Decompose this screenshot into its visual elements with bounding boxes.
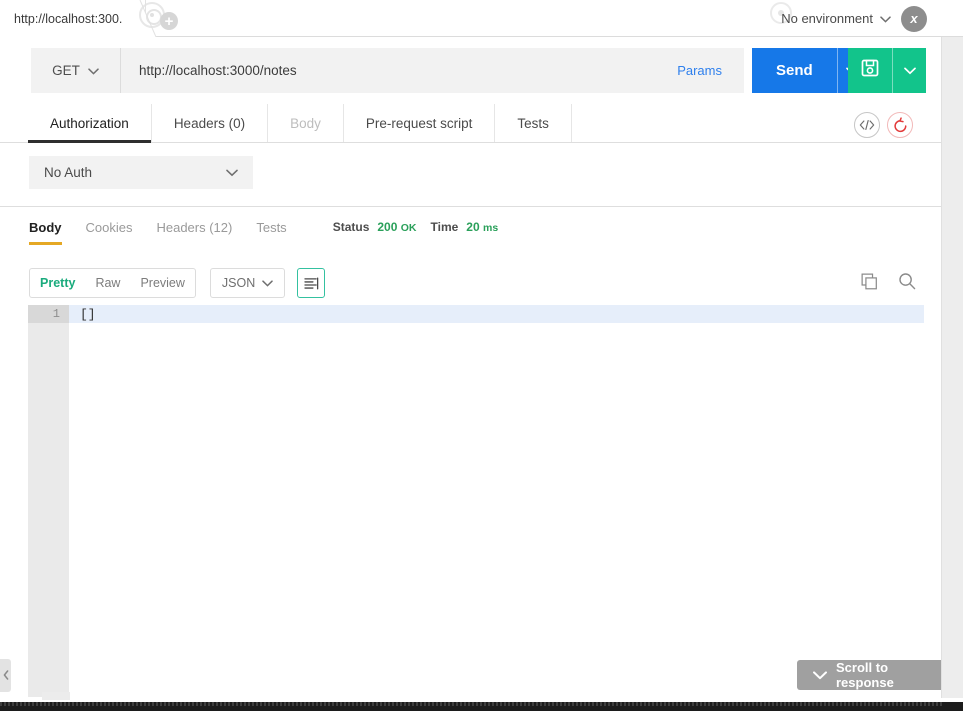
auth-type-label: No Auth [44,165,93,180]
code-line-1: [] [69,305,924,323]
send-button-label: Send [776,62,813,79]
wrap-lines-icon[interactable] [297,268,326,298]
request-url-input[interactable] [121,48,656,93]
response-view-mode-group: Pretty Raw Preview [29,268,196,298]
environment-quick-look-button[interactable]: x [901,5,927,32]
new-tab-plus-icon: + [164,12,174,30]
scroll-to-response-label: Scroll to response [836,660,894,690]
chevron-down-icon [813,668,827,683]
view-mode-pretty[interactable]: Pretty [30,269,85,297]
copy-icon[interactable] [861,273,878,290]
response-tab-tests-label: Tests [256,220,287,235]
time-badge: 20 ms [466,220,498,234]
request-tab-strip: http://localhost:300... + No environment… [0,0,963,37]
reset-undo-icon[interactable] [887,112,913,138]
view-mode-raw[interactable]: Raw [85,269,130,297]
params-toggle-link[interactable]: Params [655,63,744,78]
code-brackets-icon[interactable] [854,112,880,138]
authorization-panel: No Auth [0,143,941,207]
chevron-down-icon [88,63,99,78]
response-tab-cookies-label: Cookies [85,220,133,235]
status-code: 200 [377,220,398,234]
status-badge: 200 OK [377,220,416,234]
save-button-group [848,48,926,93]
url-input-container: GET Params [31,48,744,93]
auth-type-selector[interactable]: No Auth [29,156,253,189]
chevron-left-icon [3,669,9,682]
http-method-selector[interactable]: GET [31,48,121,93]
status-label: Status [332,220,370,234]
line-number-1: 1 [28,305,69,323]
bottom-status-nub [42,692,70,700]
window-bottom-edge-texture [0,702,942,706]
environment-selector[interactable]: No environment [781,11,891,26]
response-header: Body Cookies Headers (12) Tests Status 2… [0,208,941,250]
response-status-group: Status 200 OK Time 20 ms [333,220,499,234]
chevron-down-icon [880,11,891,26]
window-bottom-edge [0,702,963,711]
view-mode-raw-label: Raw [95,276,121,290]
response-body-viewer[interactable]: 1 [] [28,305,941,697]
environment-label: No environment [781,11,873,26]
scroll-to-response-button[interactable]: Scroll to response [797,660,963,690]
time-label: Time [430,220,459,234]
response-format-label: JSON [221,276,256,290]
tab-tests-label: Tests [517,115,549,131]
response-tab-headers[interactable]: Headers (12) [156,220,232,245]
chevron-down-icon [903,62,916,80]
tab-authorization-label: Authorization [50,115,129,131]
response-tab-cookies[interactable]: Cookies [86,220,133,245]
url-bar: GET Params Send [0,37,941,104]
http-method-label: GET [52,63,80,78]
request-section-tabs: Authorization Headers (0) Body Pre-reque… [0,104,941,143]
save-floppy-icon [860,58,880,83]
tab-body[interactable]: Body [268,104,344,142]
line-number-gutter [28,305,69,697]
response-tab-body-label: Body [29,220,62,235]
view-mode-pretty-label: Pretty [40,276,76,290]
request-tab-title: http://localhost:300... [14,11,130,26]
response-tab-tests[interactable]: Tests [256,220,286,245]
tab-body-label: Body [290,115,321,131]
tab-authorization[interactable]: Authorization [28,104,152,143]
save-options-button[interactable] [892,48,926,93]
tab-tests[interactable]: Tests [495,104,572,142]
status-text: OK [400,222,417,234]
tab-pre-request-script[interactable]: Pre-request script [344,104,496,142]
chevron-down-icon [262,276,274,290]
send-button[interactable]: Send [752,48,837,93]
time-value: 20 [466,220,480,234]
request-tab-actions [854,112,913,138]
new-tab-button[interactable]: + [160,12,178,30]
search-icon[interactable] [898,272,916,290]
tab-headers-label: Headers (0) [173,115,246,131]
tab-headers[interactable]: Headers (0) [152,104,269,142]
response-tab-body[interactable]: Body [29,220,62,245]
eye-x-icon: x [910,11,918,26]
tab-slant-decoration [122,0,162,37]
environment-area: No environment x [781,0,927,37]
time-unit: ms [483,222,499,234]
app-window: http://localhost:300... + No environment… [0,0,963,711]
response-tab-headers-label: Headers (12) [156,220,233,235]
view-mode-preview[interactable]: Preview [130,269,194,297]
tab-pre-request-script-label: Pre-request script [365,115,473,131]
chevron-down-icon [226,165,238,180]
response-toolbar-actions [861,272,916,290]
view-mode-preview-label: Preview [140,276,185,290]
response-format-selector[interactable]: JSON [209,268,286,298]
response-toolbar: Pretty Raw Preview JSON [0,264,941,302]
save-button[interactable] [848,48,892,93]
sidebar-toggle-handle[interactable] [0,659,11,692]
right-scroll-rail[interactable] [941,37,963,698]
